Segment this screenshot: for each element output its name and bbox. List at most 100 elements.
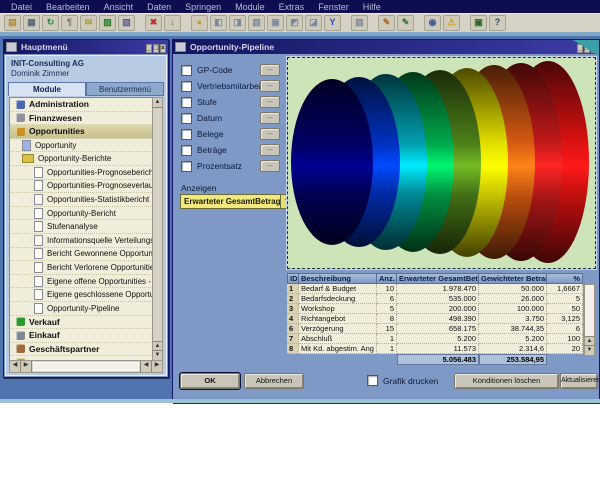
table-vertical-scrollbar[interactable]: ▲▼ [584,284,595,356]
toolbar-window-list-4-icon[interactable]: ▣ [267,15,284,31]
toolbar-edit-data-icon[interactable]: ✎ [397,15,414,31]
delete-conditions-button[interactable]: Konditionen löschen [454,373,559,389]
sidebar-item-opportunity[interactable]: Opportunity [10,139,153,153]
sidebar-item-opportunity-pipeline[interactable]: Opportunity-Pipeline [10,302,153,316]
toolbar-word-export-icon[interactable]: ▧ [118,15,135,31]
menu-item-daten[interactable]: Daten [140,2,178,12]
sidebar-item-administration[interactable]: Administration [10,98,153,112]
toolbar-print-icon[interactable]: ▦ [23,15,40,31]
menu-item-bearbeiten[interactable]: Bearbeiten [39,2,97,12]
toolbar-window-list-6-icon[interactable]: ◪ [305,15,322,31]
toolbar-help-icon[interactable]: ? [489,15,506,31]
sidebar-item-eigene-offene-opportunities-b[interactable]: Eigene offene Opportunities - B [10,275,153,289]
scroll-right-icon[interactable]: ▶ [21,361,32,372]
toolbar-mail-icon[interactable]: ✉ [80,15,97,31]
column-header-4[interactable]: Gewichteter Betrag [479,273,547,284]
table-row[interactable]: 4Richtangebot8498.3903.7503,125 [287,314,595,324]
menu-item-datei[interactable]: Datei [4,2,39,12]
stufe-checkbox[interactable] [181,97,192,108]
toolbar-search-icon[interactable]: ◉ [424,15,441,31]
column-header-0[interactable]: ID [287,273,299,284]
tab-benutzermenu[interactable]: Benutzermenü [86,82,164,96]
column-header-3[interactable]: Erwarteter GesamtBetrag [397,273,479,284]
print-graphic-checkbox[interactable] [367,375,378,386]
scroll-down-icon[interactable]: ▼ [585,345,594,355]
sidebar-item-opportunities[interactable]: Opportunities [10,125,153,139]
menu-item-ansicht[interactable]: Ansicht [97,2,141,12]
sidebar-item-opportunities-statistikbericht[interactable]: Opportunities-Statistikbericht [10,193,153,207]
sidebar-item-bericht-gewonnene-opportunitie[interactable]: Bericht Gewonnene Opportunitie [10,248,153,262]
toolbar-pencil-icon[interactable]: ✎ [378,15,395,31]
toolbar-window-list-1-icon[interactable]: ◧ [210,15,227,31]
datum-browse-button[interactable]: ... [260,112,280,124]
vertriebsmitarbeiter-checkbox[interactable] [181,81,192,92]
table-row[interactable]: 2Bedarfsdeckung6535.00026.0005 [287,294,595,304]
gp-code-browse-button[interactable]: ... [260,64,280,76]
toolbar-arrow-down-icon[interactable]: ↓ [164,15,181,31]
menu-item-extras[interactable]: Extras [272,2,312,12]
cancel-button[interactable]: Abbrechen [244,373,304,389]
stufe-browse-button[interactable]: ... [260,96,280,108]
toolbar-excel-export-icon[interactable]: ▨ [99,15,116,31]
table-row[interactable]: 3Workshop5200.000100.00050 [287,304,595,314]
tree-horizontal-scrollbar[interactable]: ◀ ▶ ◀ ▶ [9,360,163,373]
anzeigen-dropdown[interactable]: Erwarteter GesamtBetrag ▼ [180,194,294,209]
beträge-browse-button[interactable]: ... [260,144,280,156]
toolbar-window-list-7-icon[interactable]: ▥ [351,15,368,31]
hauptmenu-restore-icon[interactable]: □ [153,44,159,53]
toolbar-lock-icon[interactable]: ● [191,15,208,31]
sidebar-item-einkauf[interactable]: Einkauf [10,329,153,343]
prozentsatz-browse-button[interactable]: ... [260,160,280,172]
toolbar-monitor-icon[interactable]: ▣ [470,15,487,31]
tree-vertical-scrollbar[interactable]: ▲ ▲ ▼ [152,97,163,361]
sidebar-item-verkauf[interactable]: Verkauf [10,316,153,330]
scroll-down-icon[interactable]: ▼ [153,350,162,360]
column-header-1[interactable]: Beschreibung [299,273,377,284]
sidebar-item-opportunities-prognoseverlaufs[interactable]: Opportunities-Prognoseverlaufs [10,180,153,194]
hauptmenu-titlebar[interactable]: Hauptmenü _□× [4,40,168,54]
toolbar-open-document-icon[interactable]: ▤ [4,15,21,31]
beträge-checkbox[interactable] [181,145,192,156]
scrollbar-thumb[interactable] [33,362,139,371]
sidebar-item-informationsquelle-verteilungsv[interactable]: Informationsquelle Verteilungsv [10,234,153,248]
hauptmenu-close-icon[interactable]: × [160,44,166,53]
refresh-button[interactable]: Aktualisieren [560,373,598,389]
sidebar-item-finanzwesen[interactable]: Finanzwesen [10,112,153,126]
belege-checkbox[interactable] [181,129,192,140]
prozentsatz-checkbox[interactable] [181,161,192,172]
menu-item-module[interactable]: Module [228,2,272,12]
column-header-2[interactable]: Anz. [377,273,397,284]
hauptmenu-minimize-icon[interactable]: _ [146,44,152,53]
toolbar-exit-icon[interactable]: ✖ [145,15,162,31]
table-row[interactable]: 6Verzögerung15658.17538.744,356 [287,324,595,334]
belege-browse-button[interactable]: ... [260,128,280,140]
scroll-up-icon[interactable]: ▲ [153,98,162,108]
toolbar-filter-icon[interactable]: Y [324,15,341,31]
table-row[interactable]: 1Bedarf & Budget101.978.47050.0001,6667 [287,284,595,294]
toolbar-window-list-3-icon[interactable]: ▥ [248,15,265,31]
tab-module[interactable]: Module [8,82,86,96]
toolbar-warning-icon[interactable]: ⚠ [443,15,460,31]
toolbar-pin-icon[interactable]: ¶ [61,15,78,31]
menu-item-hilfe[interactable]: Hilfe [356,2,388,12]
toolbar-window-list-2-icon[interactable]: ◨ [229,15,246,31]
table-row[interactable]: 7Abschluß15.2005.200100 [287,334,595,344]
gp-code-checkbox[interactable] [181,65,192,76]
menu-item-springen[interactable]: Springen [178,2,228,12]
column-header-5[interactable]: % [547,273,583,284]
sidebar-item-opportunity-bericht[interactable]: Opportunity-Bericht [10,207,153,221]
scroll-left-icon[interactable]: ◀ [140,361,151,372]
scroll-left-icon[interactable]: ◀ [10,361,21,372]
scroll-right-icon[interactable]: ▶ [151,361,162,372]
sidebar-item-stufenanalyse[interactable]: Stufenanalyse [10,220,153,234]
sidebar-item-opportunity-berichte[interactable]: Opportunity-Berichte [10,152,153,166]
toolbar-window-list-5-icon[interactable]: ◩ [286,15,303,31]
sidebar-item-bericht-verlorene-opportunities[interactable]: Bericht Verlorene Opportunities [10,261,153,275]
sidebar-item-opportunities-prognosebericht[interactable]: Opportunities-Prognosebericht [10,166,153,180]
sidebar-item-eigene-geschlossene-opportunit[interactable]: Eigene geschlossene Opportunit [10,288,153,302]
toolbar-refresh-icon[interactable]: ↻ [42,15,59,31]
vertriebsmitarbeiter-browse-button[interactable]: ... [260,80,280,92]
menu-item-fenster[interactable]: Fenster [311,2,356,12]
table-row[interactable]: 8Mit Kd. abgestim. Ang111.5732.314,620 [287,344,595,354]
sidebar-item-geschäftspartner[interactable]: Geschäftspartner [10,343,153,357]
